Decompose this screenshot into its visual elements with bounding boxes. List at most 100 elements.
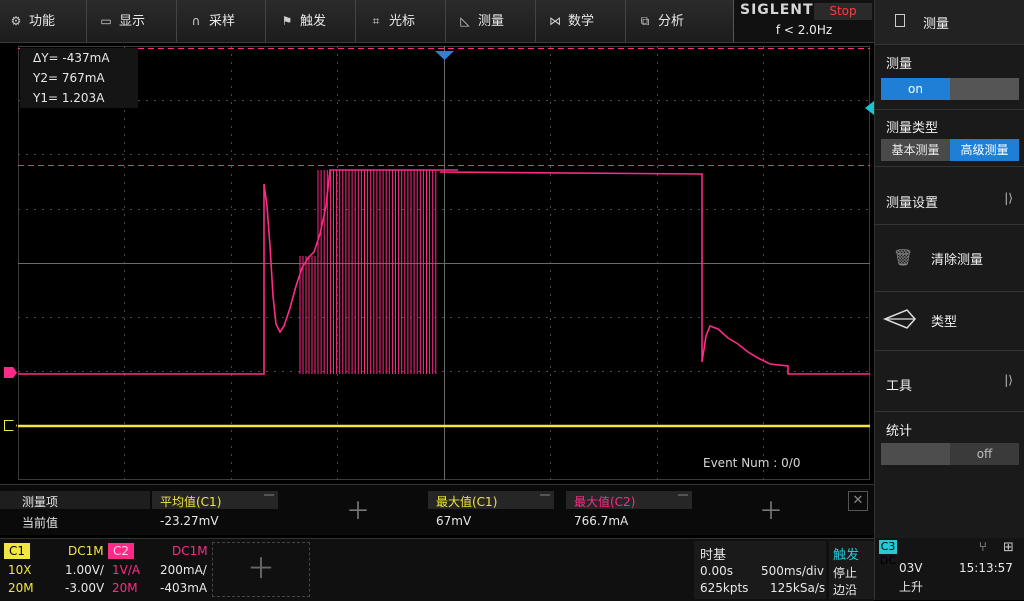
add-measure-plus-icon[interactable]: ＋: [346, 499, 370, 523]
submenu-arrow-icon: |⟩: [1004, 373, 1013, 387]
measure-on-off-toggle[interactable]: on: [881, 78, 1019, 100]
trash-icon: 🗑: [893, 248, 914, 267]
trigger-edge: 上升: [899, 580, 924, 594]
avg-c1-header[interactable]: 平均值(C1): [160, 493, 221, 510]
clock-time: 15:13:57: [959, 561, 1013, 575]
c2-channel-box[interactable]: C2 DC1M 1V/A 200mA/ 20M -403mA: [108, 543, 208, 597]
c1-bandwidth: 20M: [8, 581, 34, 595]
measure-type-label: 测量类型: [886, 121, 939, 136]
type-label: 类型: [931, 315, 958, 330]
bottom-status-bar: C1 DC1M 10X 1.00V/ 20M -3.00V C2 DC1M 1V…: [0, 538, 874, 601]
ruler-icon: ◺: [460, 14, 470, 28]
c1-coupling: DC1M: [68, 544, 104, 558]
c2-label: C2: [108, 543, 135, 559]
trigger-level-marker[interactable]: [865, 101, 874, 115]
measure-type-icon: [883, 309, 917, 329]
c2-coupling: DC1M: [172, 544, 208, 558]
add-measure-plus-icon-2[interactable]: ＋: [759, 499, 783, 523]
measure-type-section[interactable]: 测量类型 基本测量 高级测量: [875, 110, 1024, 167]
event-counter: Event Num : 0/0: [703, 456, 801, 470]
max-c2-header[interactable]: 最大值(C2): [574, 493, 635, 510]
cursor-readout: ΔY= -437mA Y2= 767mA Y1= 1.203A: [20, 48, 138, 108]
memory-depth: 625kpts: [700, 581, 749, 595]
trigger-level: 03V: [899, 561, 923, 575]
y1-readout: Y1= 1.203A: [33, 91, 105, 105]
trigger-mode: 停止: [833, 566, 858, 580]
c1-channel-box[interactable]: C1 DC1M 10X 1.00V/ 20M -3.00V: [4, 543, 104, 597]
menu-acquire[interactable]: ∩ 采样: [189, 0, 235, 42]
c2-offset: -403mA: [160, 581, 208, 595]
max-c1-header[interactable]: 最大值(C1): [436, 493, 497, 510]
tools-item[interactable]: 工具 |⟩: [875, 351, 1024, 412]
type-item[interactable]: 类型: [875, 292, 1024, 351]
c2-bandwidth: 20M: [112, 581, 138, 595]
c1-offset: -3.00V: [65, 581, 105, 595]
measure-label: 测量: [886, 57, 913, 72]
measure-on-state: on: [881, 78, 950, 100]
measure-toggle-section[interactable]: 测量 on: [875, 45, 1024, 110]
math-icon: ⋈: [549, 14, 561, 28]
measure-type-toggle[interactable]: 基本测量 高级测量: [881, 139, 1019, 161]
statistics-toggle[interactable]: off: [881, 443, 1019, 465]
monitor-icon: ▭: [100, 14, 112, 28]
clear-measure-item[interactable]: 🗑 清除测量: [875, 225, 1024, 292]
menu-trigger[interactable]: ⚑ 触发: [280, 0, 326, 42]
timebase-box[interactable]: 时基 0.00s 500ms/div 625kpts 125kSa/s: [694, 541, 826, 599]
panel-title: 测量: [923, 17, 950, 32]
status-box: SIGLENT Stop f < 2.0Hz: [733, 0, 874, 42]
basic-measure-option[interactable]: 基本测量: [881, 139, 950, 161]
delta-y-readout: ΔY= -437mA: [33, 51, 110, 65]
timebase-delay: 0.00s: [700, 564, 733, 578]
submenu-arrow-icon: |⟩: [1004, 191, 1013, 205]
trigger-box[interactable]: 触发 停止 边沿: [829, 541, 874, 599]
statistics-label: 统计: [886, 424, 913, 439]
avg-c1-value: -23.27mV: [160, 514, 219, 528]
waveform-display[interactable]: [18, 46, 870, 480]
brand-logo: SIGLENT: [740, 2, 814, 18]
sample-rate: 125kSa/s: [770, 581, 826, 595]
system-status: C3 DC 03V 上升 ⑂ ⊞ 15:13:57: [875, 538, 1024, 600]
acquire-icon: ∩: [191, 14, 201, 28]
add-channel-plus-icon[interactable]: ＋: [212, 542, 310, 597]
menu-display[interactable]: ▭ 显示: [99, 0, 145, 42]
c1-scale: 1.00V/: [65, 563, 104, 577]
advanced-measure-option[interactable]: 高级测量: [950, 139, 1019, 161]
c1-label: C1: [4, 543, 31, 559]
trigger-type: 边沿: [833, 583, 858, 597]
measure-settings-item[interactable]: 测量设置 |⟩: [875, 167, 1024, 225]
menu-cursor[interactable]: ⌗ 光标: [369, 0, 415, 42]
statistics-section[interactable]: 统计 off: [875, 412, 1024, 472]
usb-icon: ⑂: [979, 540, 987, 555]
timebase-scale: 500ms/div: [761, 564, 824, 578]
menu-measure[interactable]: ◺ 测量: [458, 0, 504, 42]
cursor-icon: ⌗: [372, 14, 380, 28]
flag-icon: ⚑: [281, 14, 293, 28]
c1-offset-marker[interactable]: [4, 420, 17, 431]
c1-probe: 10X: [8, 563, 32, 577]
c2-probe: 1V/A: [112, 563, 141, 577]
menu-analysis[interactable]: ⧉ 分析: [638, 0, 684, 42]
trigger-label: 触发: [833, 548, 860, 563]
max-c1-value: 67mV: [436, 514, 472, 528]
measure-item-header: 测量项: [22, 495, 59, 509]
c2-scale: 200mA/: [160, 563, 207, 577]
measure-settings-label: 测量设置: [886, 196, 939, 211]
analysis-icon: ⧉: [640, 14, 650, 28]
current-value-label: 当前值: [22, 516, 59, 530]
c2-offset-marker[interactable]: [4, 367, 17, 378]
menu-function[interactable]: ⚙ 功能: [9, 0, 55, 42]
tools-label: 工具: [886, 379, 913, 394]
network-icon: ⊞: [1003, 540, 1014, 555]
gear-icon: ⚙: [10, 14, 22, 28]
trigger-source: C3 DC: [879, 540, 897, 567]
measurement-table: 测量项 当前值 平均值(C1) -23.27mV ＋ 最大值(C1) 67mV …: [0, 484, 874, 535]
panel-header: 测量: [875, 0, 1024, 45]
timebase-label: 时基: [700, 548, 727, 563]
y2-readout: Y2= 767mA: [33, 71, 105, 85]
max-c2-value: 766.7mA: [574, 514, 629, 528]
close-table-icon[interactable]: ✕: [848, 491, 868, 511]
run-stop-status[interactable]: Stop: [814, 3, 872, 20]
clear-measure-label: 清除测量: [931, 253, 984, 268]
menu-math[interactable]: ⋈ 数学: [548, 0, 594, 42]
frequency-counter: f < 2.0Hz: [775, 23, 833, 37]
